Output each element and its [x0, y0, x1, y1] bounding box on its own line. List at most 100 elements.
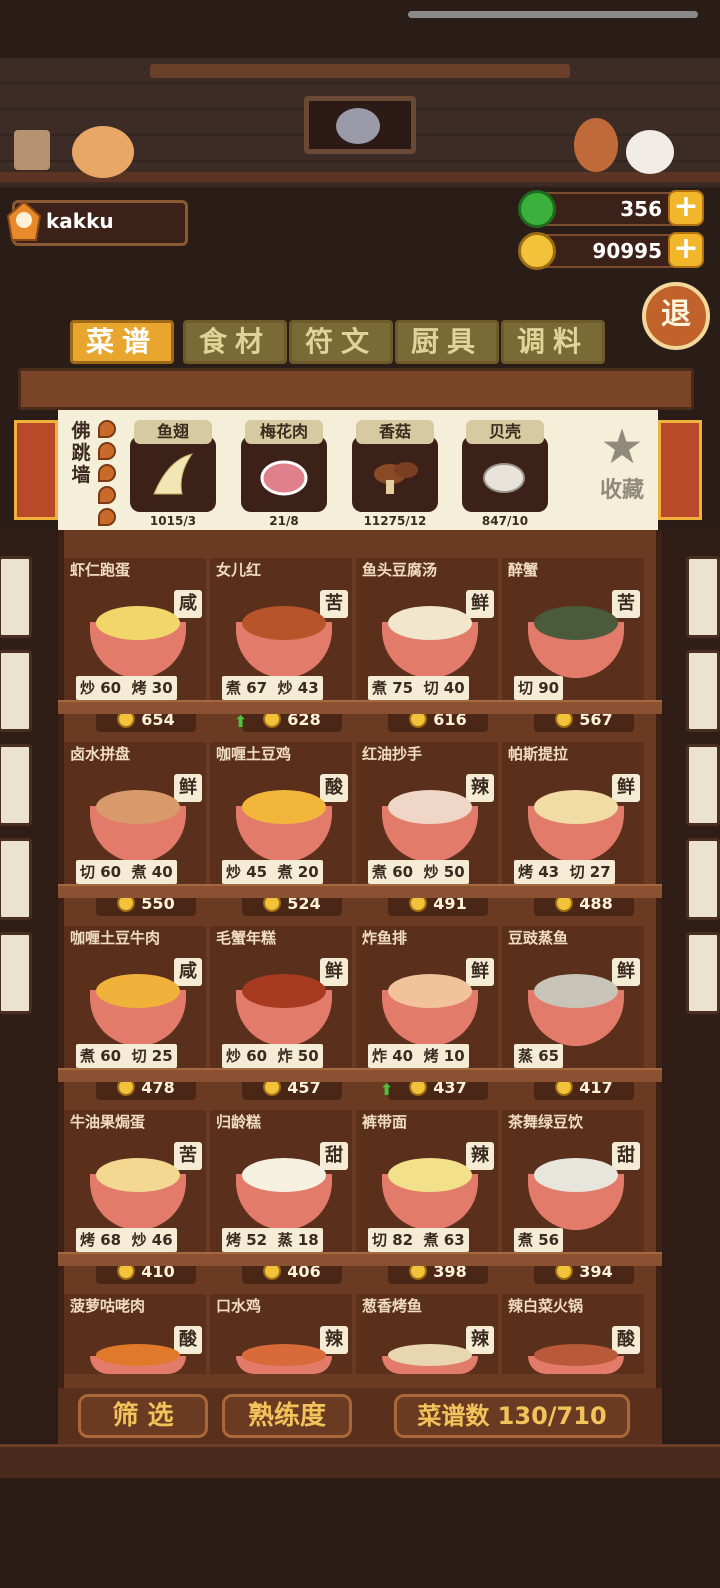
skill-requirements: 切 90: [514, 676, 564, 700]
tab-recipes[interactable]: 菜谱: [70, 320, 174, 364]
taste-badge: 鲜: [466, 590, 494, 618]
tab-utensils[interactable]: 厨具: [395, 320, 499, 364]
taste-badge: 鲜: [612, 958, 640, 986]
recipe-card[interactable]: 菠萝咕咾肉酸: [64, 1294, 206, 1374]
dish-food-icon: [242, 1158, 326, 1192]
skill-value: 炸 40: [372, 1047, 414, 1065]
skill-requirements: 切 82 煮 63: [368, 1228, 469, 1252]
skill-value: 蒸 18: [277, 1231, 319, 1249]
tab-runes[interactable]: 符文: [289, 320, 393, 364]
taste-badge: 鲜: [466, 958, 494, 986]
dish-food-icon: [96, 1344, 180, 1366]
side-panel: [0, 556, 32, 638]
cabinet-shelf: [58, 1252, 662, 1266]
taste-badge: 酸: [174, 1326, 202, 1354]
skill-value: 切 25: [131, 1047, 173, 1065]
side-panel: [686, 932, 720, 1014]
taste-badge: 咸: [174, 958, 202, 986]
add-coins-button[interactable]: +: [668, 232, 704, 268]
player-name: kakku: [46, 209, 114, 233]
cabinet-shelf: [58, 1068, 662, 1082]
recipe-name: 牛油果焗蛋: [70, 1113, 146, 1131]
mastery-button[interactable]: 熟练度: [222, 1394, 352, 1438]
taste-badge: 辣: [466, 774, 494, 802]
player-avatar-icon[interactable]: [4, 196, 44, 244]
skill-value: 烤 43: [518, 863, 560, 881]
skill-value: 炒 60: [80, 679, 122, 697]
cabinet-shelf: [58, 700, 662, 714]
ingredient-card[interactable]: 梅花肉 21/8: [241, 420, 327, 528]
skill-value: 炒 43: [277, 679, 319, 697]
ingredient-count: 847/10: [481, 514, 529, 528]
gem-icon: [518, 190, 556, 228]
taste-badge: 苦: [612, 590, 640, 618]
dish-food-icon: [534, 606, 618, 640]
skill-value: 炒 46: [131, 1231, 173, 1249]
dish-food-icon: [388, 1344, 472, 1366]
screen: { "player": {"name": "kakku"}, "currency…: [0, 0, 720, 1588]
taste-badge: 鲜: [612, 774, 640, 802]
skill-spacer: [121, 863, 131, 881]
recipe-name: 豆豉蒸鱼: [508, 929, 569, 947]
skill-requirements: 煮 60 切 25: [76, 1044, 177, 1068]
cabinet-shelf: [58, 884, 662, 898]
skill-value: 煮 60: [372, 863, 414, 881]
coin-value: 90995: [592, 239, 662, 263]
skill-requirements: 烤 52 蒸 18: [222, 1228, 323, 1252]
recipe-card[interactable]: 葱香烤鱼辣: [356, 1294, 498, 1374]
skill-value: 切 82: [372, 1231, 414, 1249]
taste-badge: 辣: [320, 1326, 348, 1354]
recipe-name: 裤带面: [362, 1113, 408, 1131]
recipe-card[interactable]: 辣白菜火锅酸: [502, 1294, 644, 1374]
taste-badge: 咸: [174, 590, 202, 618]
taste-badge: 苦: [320, 590, 348, 618]
skill-requirements: 炸 40 烤 10: [368, 1044, 469, 1068]
exit-button[interactable]: 退: [642, 282, 710, 350]
ingredient-card[interactable]: 鱼翅 1015/3: [130, 420, 216, 528]
skill-spacer: [413, 679, 423, 697]
skill-spacer: [267, 1231, 277, 1249]
favorite-label: 收藏: [599, 478, 644, 503]
filter-button[interactable]: 筛 选: [78, 1394, 208, 1438]
recipe-card[interactable]: 口水鸡辣: [210, 1294, 352, 1374]
recipe-name: 归龄糕: [216, 1113, 262, 1131]
taste-badge: 酸: [612, 1326, 640, 1354]
favorite-button[interactable]: ★ 收藏: [592, 419, 652, 503]
star-icon: ★: [600, 419, 644, 475]
right-post: [658, 420, 702, 520]
add-gems-button[interactable]: +: [668, 190, 704, 226]
skill-value: 烤 68: [80, 1231, 122, 1249]
floor: [0, 1444, 720, 1478]
taste-badge: 辣: [466, 1142, 494, 1170]
taste-badge: 苦: [174, 1142, 202, 1170]
skill-value: 煮 75: [372, 679, 414, 697]
side-panel: [686, 838, 720, 920]
featured-dish-name: 佛跳墙: [71, 420, 91, 486]
skill-spacer: [413, 863, 423, 881]
dish-food-icon: [242, 1344, 326, 1366]
recipe-name: 葱香烤鱼: [362, 1297, 423, 1315]
recipe-name: 炸鱼排: [362, 929, 408, 947]
tab-seasonings[interactable]: 调料: [501, 320, 605, 364]
skill-spacer: [121, 1231, 131, 1249]
ingredient-card[interactable]: 香菇 11275/12: [352, 420, 438, 528]
side-panel: [0, 838, 32, 920]
tab-ingredients[interactable]: 食材: [183, 320, 287, 364]
ingredient-count: 21/8: [269, 514, 299, 528]
skill-value: 煮 60: [80, 1047, 122, 1065]
dish-food-icon: [242, 974, 326, 1008]
taste-badge: 鲜: [320, 958, 348, 986]
skill-value: 炒 45: [226, 863, 268, 881]
recipe-name: 辣白菜火锅: [508, 1297, 584, 1315]
ingredient-card[interactable]: 贝壳 847/10: [462, 420, 548, 528]
skill-requirements: 煮 67 炒 43: [222, 676, 323, 700]
skill-value: 切 40: [423, 679, 465, 697]
skill-spacer: [559, 863, 569, 881]
recipe-count: 菜谱数 130/710: [394, 1394, 630, 1438]
skill-spacer: [413, 1047, 423, 1065]
paw-frame-icon: [14, 130, 50, 170]
taste-badge: 辣: [466, 1326, 494, 1354]
skill-spacer: [267, 679, 277, 697]
skill-value: 炸 50: [277, 1047, 319, 1065]
skill-spacer: [121, 1047, 131, 1065]
